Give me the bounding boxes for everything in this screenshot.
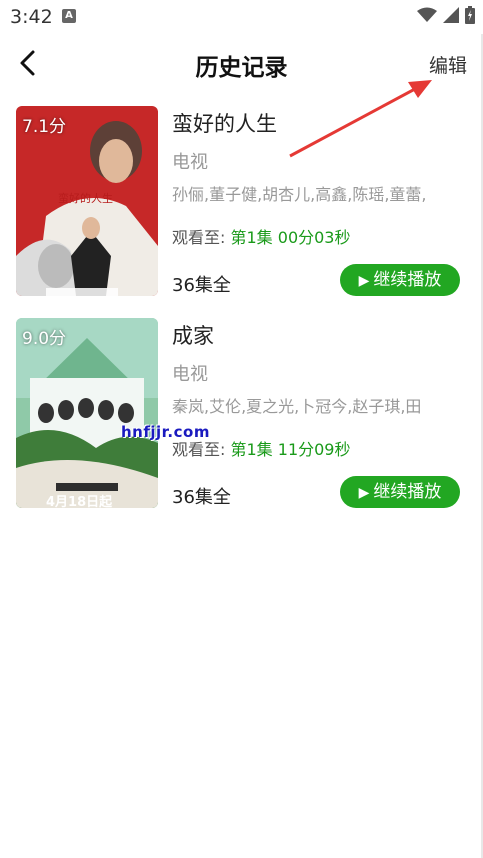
wifi-icon [417, 7, 437, 22]
rating-badge: 7.1分 [22, 117, 67, 137]
continue-label: 继续播放 [373, 482, 442, 502]
show-cast: 秦岚,艾伦,夏之光,卜冠今,赵子琪,田 [172, 397, 422, 416]
show-category: 电视 [172, 152, 208, 173]
edit-button[interactable]: 编辑 [429, 51, 467, 78]
continue-play-button[interactable]: ▶ 继续播放 [340, 264, 460, 296]
play-icon: ▶ [358, 485, 370, 501]
svg-text:蛮好的人生: 蛮好的人生 [58, 191, 113, 205]
svg-text:4月18日起: 4月18日起 [46, 494, 113, 508]
status-icons [417, 6, 475, 24]
poster-image[interactable]: 4月18日起 9.0分 [16, 318, 158, 508]
show-title: 蛮好的人生 [172, 112, 277, 136]
list-item[interactable]: 蛮好的人生 7.1分 蛮好的人生 电视 孙俪,董子健,胡杏儿,高鑫,陈瑶,童蕾,… [0, 106, 483, 296]
status-time: 3:42 [10, 6, 53, 28]
progress-value: 第1集 00分03秒 [230, 228, 351, 247]
show-cast: 孙俪,董子健,胡杏儿,高鑫,陈瑶,童蕾, [172, 185, 427, 204]
signal-icon [443, 7, 459, 23]
progress-prefix: 观看至: [172, 440, 226, 459]
show-title: 成家 [172, 324, 214, 348]
continue-play-button[interactable]: ▶ 继续播放 [340, 476, 460, 508]
progress-value: 第1集 11分09秒 [230, 440, 351, 459]
episode-count: 36集全 [172, 275, 231, 296]
watermark-text: hnfjjr.com [121, 423, 210, 441]
progress-prefix: 观看至: [172, 228, 226, 247]
header: 历史记录 编辑 [0, 40, 483, 88]
battery-icon [465, 6, 475, 24]
page-title: 历史记录 [195, 55, 288, 81]
episode-count: 36集全 [172, 487, 231, 508]
rating-badge: 9.0分 [22, 329, 67, 349]
list-item[interactable]: 4月18日起 9.0分 成家 电视 秦岚,艾伦,夏之光,卜冠今,赵子琪,田 观看… [0, 318, 483, 508]
continue-label: 继续播放 [373, 270, 442, 290]
notification-icon: A [62, 9, 76, 23]
status-bar: 3:42 A [0, 0, 483, 34]
show-category: 电视 [172, 364, 208, 385]
play-icon: ▶ [358, 273, 370, 289]
watch-progress: 观看至: 第1集 00分03秒 [172, 224, 351, 248]
poster-image[interactable]: 蛮好的人生 7.1分 [16, 106, 158, 296]
